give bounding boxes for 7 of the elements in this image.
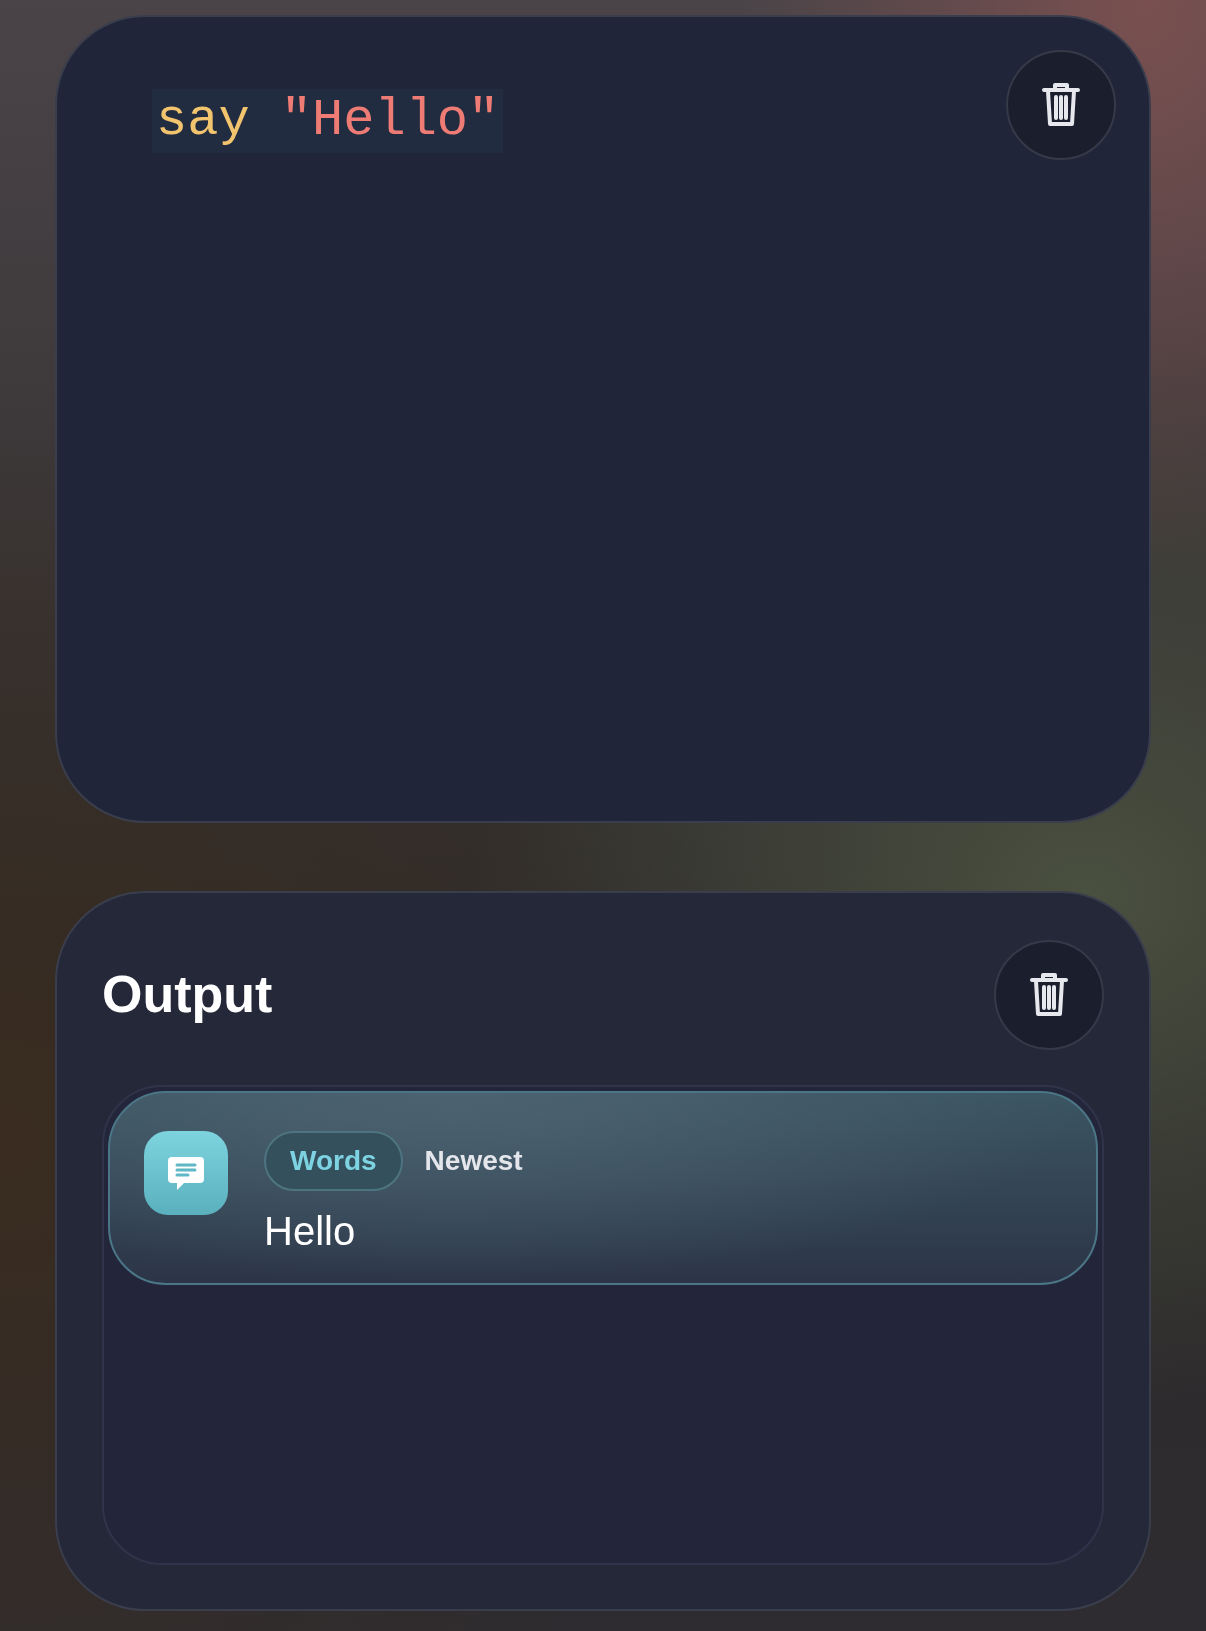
trash-icon bbox=[1041, 82, 1081, 128]
newest-label: Newest bbox=[424, 1145, 523, 1177]
message-text: Hello bbox=[264, 1209, 357, 1254]
type-tag: Words bbox=[264, 1131, 403, 1191]
chat-bubble-icon bbox=[144, 1131, 228, 1215]
trash-icon bbox=[1029, 972, 1069, 1018]
output-title: Output bbox=[102, 964, 273, 1024]
